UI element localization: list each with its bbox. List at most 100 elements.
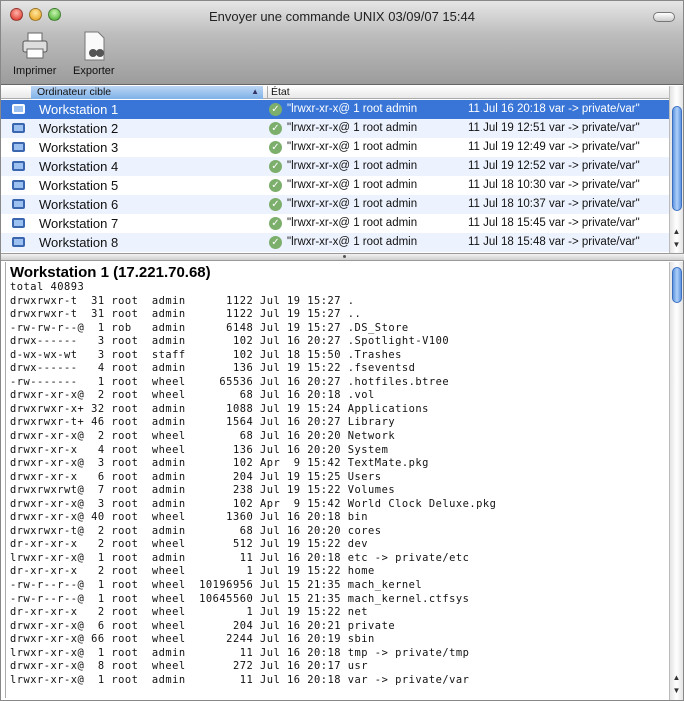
checkmark-icon: ✓ <box>269 103 282 116</box>
output-line: drwxr-xr-x@ 3 root admin 102 Apr 9 15:42… <box>10 457 429 470</box>
title-bar: Envoyer une commande UNIX 03/09/07 15:44… <box>1 1 683 85</box>
export-document-icon <box>79 31 109 61</box>
computer-icon <box>12 199 25 209</box>
output-line: drwx------ 3 root admin 102 Jul 16 20:27… <box>10 335 450 348</box>
print-label: Imprimer <box>13 65 57 77</box>
status-text: "lrwxr-xr-x@ 1 root admin <box>287 179 418 191</box>
checkmark-icon: ✓ <box>269 198 282 211</box>
unix-command-window: Envoyer une commande UNIX 03/09/07 15:44… <box>0 0 684 701</box>
table-row[interactable]: Workstation 8 ✓ "lrwxr-xr-x@ 1 root admi… <box>1 233 671 252</box>
column-label: Ordinateur cible <box>37 86 112 98</box>
computer-name: Workstation 8 <box>39 235 119 250</box>
output-line: drwxr-xr-x@ 2 root wheel 68 Jul 16 20:18… <box>10 389 375 402</box>
computer-icon <box>12 104 25 114</box>
status-text: "lrwxr-xr-x@ 1 root admin <box>287 141 418 153</box>
toolbar-toggle-button[interactable] <box>653 12 675 22</box>
printer-icon <box>20 31 50 61</box>
output-line: drwxrwxr-x+ 32 root admin 1088 Jul 19 15… <box>10 402 429 415</box>
output-line: drwxr-xr-x@ 2 root wheel 68 Jul 16 20:20… <box>10 430 396 443</box>
output-line: drwxr-xr-x@ 66 root wheel 2244 Jul 16 20… <box>10 633 375 646</box>
computer-name: Workstation 3 <box>39 140 119 155</box>
table-header: Ordinateur cible ▲ État <box>1 86 671 99</box>
checkmark-icon: ✓ <box>269 236 282 249</box>
output-line: drwxr-xr-x@ 40 root wheel 1360 Jul 16 20… <box>10 511 369 524</box>
scrollbar-thumb[interactable] <box>672 267 682 303</box>
output-line: drwxrwxrwt@ 7 root admin 238 Jul 19 15:2… <box>10 484 396 497</box>
output-line: dr-xr-xr-x 2 root wheel 1 Jul 19 15:22 n… <box>10 606 369 619</box>
output-heading: Workstation 1 (17.221.70.68) <box>10 264 211 281</box>
output-text: total 40893 drwxrwxr-t 31 root admin 1122… <box>10 281 669 687</box>
checkmark-icon: ✓ <box>269 179 282 192</box>
computer-name: Workstation 2 <box>39 121 119 136</box>
column-header-target-computer[interactable]: Ordinateur cible ▲ <box>31 86 263 99</box>
table-row[interactable]: Workstation 3 ✓ "lrwxr-xr-x@ 1 root admi… <box>1 138 671 157</box>
computer-list: Workstation 1 ✓ "lrwxr-xr-x@ 1 root admi… <box>1 100 671 253</box>
output-line: drwxrwxr-t+ 46 root admin 1564 Jul 16 20… <box>10 416 396 429</box>
column-header-status[interactable]: État <box>267 86 290 99</box>
output-line: d-wx-wx-wt 3 root staff 102 Jul 18 15:50… <box>10 348 402 361</box>
output-line: dr-xr-xr-x 2 root wheel 1 Jul 19 15:22 h… <box>10 565 375 578</box>
scroll-up-arrow[interactable]: ▲ <box>670 672 683 684</box>
checkmark-icon: ✓ <box>269 122 282 135</box>
status-text: "lrwxr-xr-x@ 1 root admin <box>287 217 418 229</box>
computer-icon <box>12 218 25 228</box>
output-line: lrwxr-xr-x@ 1 root admin 11 Jul 16 20:18… <box>10 673 470 686</box>
output-line: -rw-r--r--@ 1 root wheel 10645560 Jul 15… <box>10 592 470 605</box>
status-detail: 11 Jul 16 20:18 var -> private/var" <box>468 103 640 115</box>
table-row[interactable]: Workstation 4 ✓ "lrwxr-xr-x@ 1 root admi… <box>1 157 671 176</box>
output-line: drwxrwxr-t 31 root admin 1122 Jul 19 15:… <box>10 308 362 321</box>
output-line: drwxrwxr-t@ 2 root admin 68 Jul 16 20:20… <box>10 524 382 537</box>
output-line: -rw-rw-r--@ 1 rob admin 6148 Jul 19 15:2… <box>10 321 409 334</box>
computer-name: Workstation 5 <box>39 178 119 193</box>
scroll-down-arrow[interactable]: ▼ <box>670 685 683 697</box>
output-line: -rw------- 1 root wheel 65536 Jul 16 20:… <box>10 375 450 388</box>
split-view-divider[interactable] <box>1 253 684 261</box>
export-label: Exporter <box>73 65 115 77</box>
status-text: "lrwxr-xr-x@ 1 root admin <box>287 103 418 115</box>
computer-icon <box>12 142 25 152</box>
status-text: "lrwxr-xr-x@ 1 root admin <box>287 198 418 210</box>
checkmark-icon: ✓ <box>269 160 282 173</box>
table-row[interactable]: Workstation 5 ✓ "lrwxr-xr-x@ 1 root admi… <box>1 176 671 195</box>
table-row[interactable]: Workstation 1 ✓ "lrwxr-xr-x@ 1 root admi… <box>1 100 671 119</box>
table-row[interactable]: Workstation 2 ✓ "lrwxr-xr-x@ 1 root admi… <box>1 119 671 138</box>
output-line: drwxr-xr-x 4 root wheel 136 Jul 16 20:20… <box>10 443 389 456</box>
computer-name: Workstation 6 <box>39 197 119 212</box>
print-button[interactable]: Imprimer <box>13 31 56 77</box>
status-text: "lrwxr-xr-x@ 1 root admin <box>287 160 418 172</box>
status-text: "lrwxr-xr-x@ 1 root admin <box>287 122 418 134</box>
checkmark-icon: ✓ <box>269 141 282 154</box>
status-detail: 11 Jul 19 12:52 var -> private/var" <box>468 160 640 172</box>
status-detail: 11 Jul 19 12:49 var -> private/var" <box>468 141 640 153</box>
window-title: Envoyer une commande UNIX 03/09/07 15:44 <box>209 9 475 24</box>
computer-icon <box>12 123 25 133</box>
output-scrollbar[interactable]: ▲ ▼ <box>669 262 683 700</box>
list-scrollbar[interactable]: ▲ ▼ <box>669 86 683 253</box>
status-detail: 11 Jul 18 15:48 var -> private/var" <box>468 236 640 248</box>
computer-name: Workstation 1 <box>39 102 119 117</box>
output-line: drwxr-xr-x 6 root admin 204 Jul 19 15:25… <box>10 470 382 483</box>
status-detail: 11 Jul 18 15:45 var -> private/var" <box>468 217 640 229</box>
output-line: drwxr-xr-x@ 6 root wheel 204 Jul 16 20:2… <box>10 619 396 632</box>
sort-ascending-icon: ▲ <box>251 87 259 96</box>
scroll-down-arrow[interactable]: ▼ <box>670 239 683 251</box>
export-button[interactable]: Exporter <box>73 31 115 77</box>
output-line: dr-xr-xr-x 2 root wheel 512 Jul 19 15:22… <box>10 538 369 551</box>
output-line: drwx------ 4 root admin 136 Jul 19 15:22… <box>10 362 416 375</box>
computer-icon <box>12 161 25 171</box>
status-detail: 11 Jul 18 10:30 var -> private/var" <box>468 179 640 191</box>
table-row[interactable]: Workstation 6 ✓ "lrwxr-xr-x@ 1 root admi… <box>1 195 671 214</box>
computer-icon <box>12 180 25 190</box>
status-text: "lrwxr-xr-x@ 1 root admin <box>287 236 418 248</box>
computer-name: Workstation 7 <box>39 216 119 231</box>
checkmark-icon: ✓ <box>269 217 282 230</box>
output-line: -rw-r--r--@ 1 root wheel 10196956 Jul 15… <box>10 579 423 592</box>
scrollbar-thumb[interactable] <box>672 106 682 211</box>
output-line: lrwxr-xr-x@ 1 root admin 11 Jul 16 20:18… <box>10 551 470 564</box>
output-line: drwxr-xr-x@ 3 root admin 102 Apr 9 15:42… <box>10 497 497 510</box>
scroll-up-arrow[interactable]: ▲ <box>670 226 683 238</box>
output-line: drwxrwxr-t 31 root admin 1122 Jul 19 15:… <box>10 294 355 307</box>
table-row[interactable]: Workstation 7 ✓ "lrwxr-xr-x@ 1 root admi… <box>1 214 671 233</box>
output-line: total 40893 <box>10 281 85 293</box>
command-output: Workstation 1 (17.221.70.68) total 40893… <box>5 262 669 698</box>
